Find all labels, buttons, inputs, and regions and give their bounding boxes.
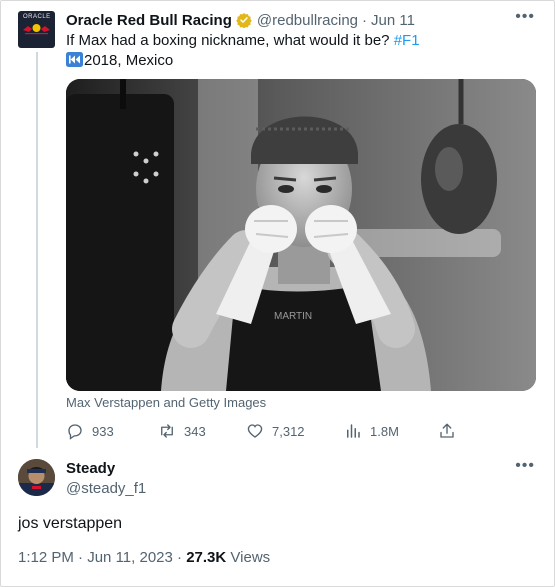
reply-handle[interactable]: @steady_f1	[66, 480, 146, 497]
red-bull-logo-icon	[23, 24, 50, 35]
verified-badge-icon[interactable]	[236, 12, 252, 28]
views-button[interactable]: 1.8M	[344, 422, 399, 440]
tweet-text-main: If Max had a boxing nickname, what would…	[66, 32, 394, 49]
separator-dot: ·	[177, 549, 183, 566]
avatar[interactable]	[18, 459, 55, 496]
heart-icon	[247, 424, 263, 438]
tweet-photo[interactable]: MARTIN	[66, 79, 536, 391]
like-count: 7,312	[272, 423, 305, 439]
reply-time[interactable]: 1:12 PM	[18, 549, 74, 566]
tweet-text: If Max had a boxing nickname, what would…	[66, 31, 536, 71]
photo-caption: Max Verstappen and Getty Images	[66, 395, 267, 410]
rewind-emoji-icon	[66, 52, 83, 67]
repost-count: 343	[184, 423, 206, 439]
reply-count: 933	[92, 423, 114, 439]
more-options-icon[interactable]: •••	[515, 457, 535, 475]
user-avatar-illustration	[18, 459, 55, 496]
reply-icon	[68, 424, 82, 440]
avatar[interactable]: ORACLE	[18, 11, 55, 48]
thread-line	[36, 52, 38, 448]
view-count: 1.8M	[370, 423, 399, 439]
tweet-text-line2: 2018, Mexico	[84, 52, 174, 69]
reply-button[interactable]: 933	[66, 422, 114, 440]
display-name[interactable]: Oracle Red Bull Racing	[66, 12, 232, 29]
hashtag-link[interactable]: #F1	[394, 32, 420, 49]
like-button[interactable]: 7,312	[246, 422, 305, 440]
more-options-icon[interactable]: •••	[515, 8, 535, 26]
repost-button[interactable]: 343	[158, 422, 206, 440]
share-button[interactable]	[438, 422, 464, 440]
oracle-logo-text: ORACLE	[23, 14, 51, 20]
share-icon	[440, 423, 454, 438]
reply-views-count: 27.3K	[186, 549, 227, 566]
reply-date[interactable]: Jun 11, 2023	[87, 549, 173, 566]
boxer-photo-illustration: MARTIN	[66, 79, 536, 391]
reply-views-label: Views	[230, 549, 271, 566]
reply-text: jos verstappen	[18, 515, 123, 532]
reply-meta: 1:12 PM · Jun 11, 2023 · 27.3K Views	[18, 549, 270, 566]
reply-display-name[interactable]: Steady	[66, 460, 115, 477]
post-header: Oracle Red Bull Racing @redbullracing · …	[66, 10, 415, 30]
separator-dot: ·	[78, 549, 84, 566]
shirt-text: MARTIN	[274, 311, 312, 322]
repost-icon	[161, 424, 173, 438]
post-date[interactable]: Jun 11	[371, 12, 415, 29]
analytics-icon	[347, 424, 360, 438]
handle[interactable]: @redbullracing	[257, 12, 358, 29]
separator-dot: ·	[362, 11, 368, 29]
